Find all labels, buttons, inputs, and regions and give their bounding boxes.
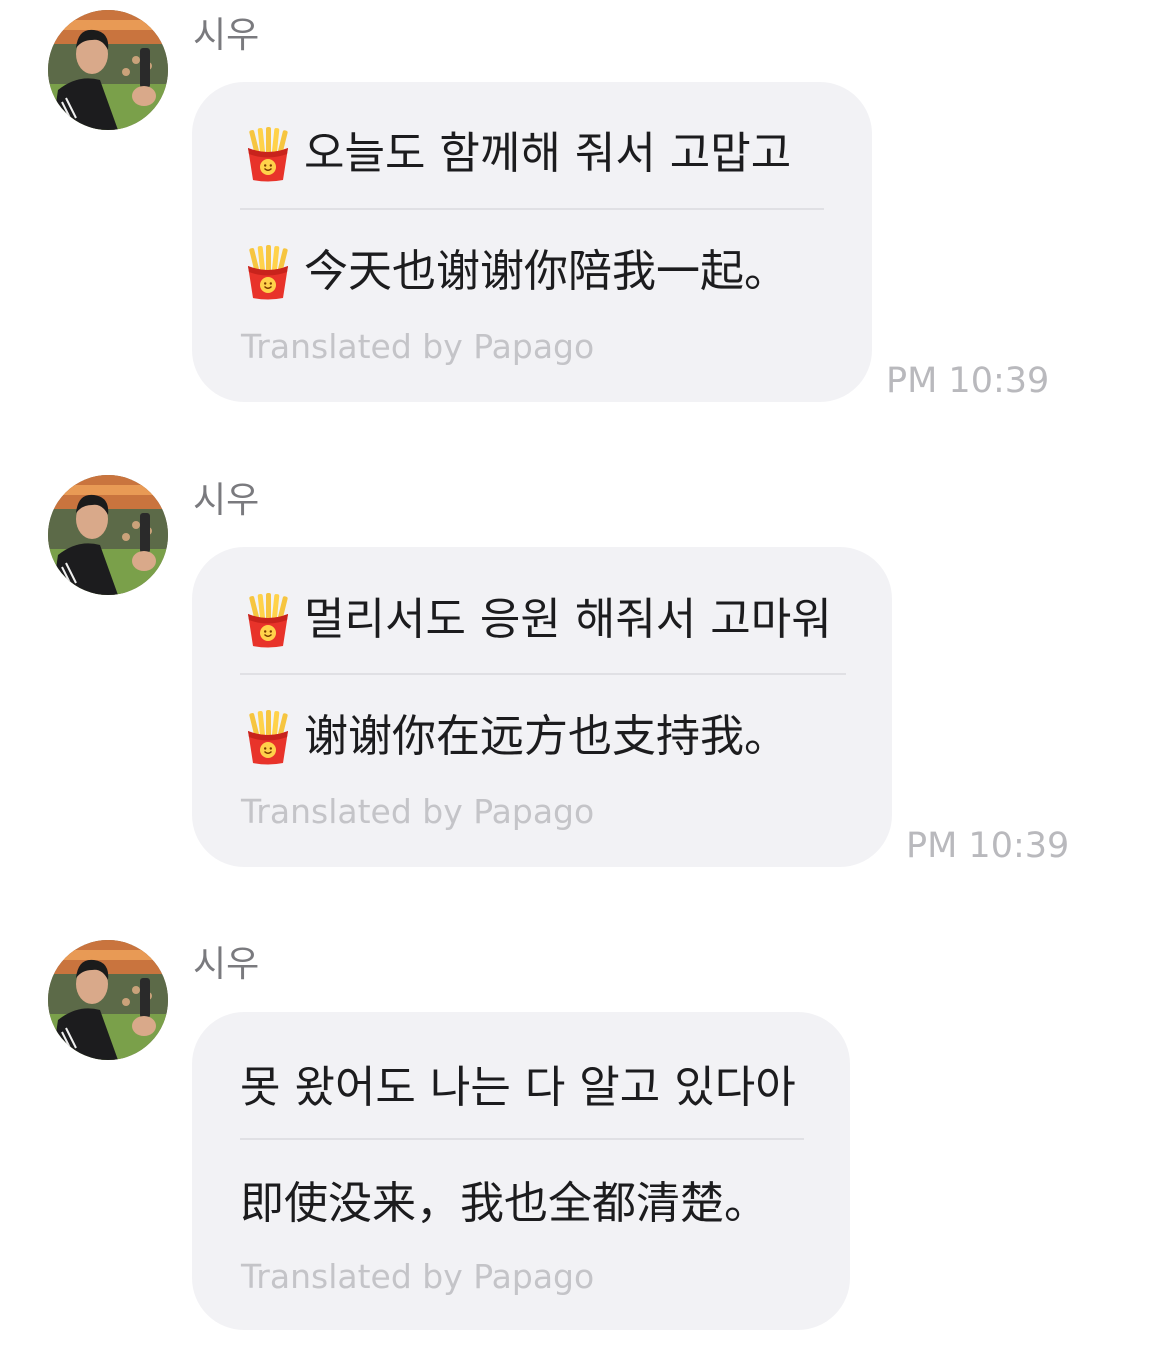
- sender-name: 시우: [193, 15, 260, 56]
- translation-text: 谢谢你在远方也支持我。: [240, 709, 788, 765]
- message-bubble[interactable]: 멀리서도 응원 해줘서 고마워 谢谢你在远方也支持我。 Translated b…: [192, 547, 892, 867]
- translated-by-label: Translated by Papago: [241, 792, 595, 831]
- message-bubble[interactable]: 못 왔어도 나는 다 알고 있다아 即使没来，我也全都清楚。 Translate…: [192, 1012, 850, 1330]
- sender-name: 시우: [193, 944, 260, 985]
- original-text: 오늘도 함께해 줘서 고맙고: [240, 126, 791, 182]
- translation-text: 今天也谢谢你陪我一起。: [240, 244, 788, 300]
- avatar[interactable]: [48, 940, 168, 1060]
- message-bubble[interactable]: 오늘도 함께해 줘서 고맙고 今天也谢谢你陪我一起。 Translated by…: [192, 82, 872, 402]
- divider: [240, 208, 824, 210]
- original-text: 멀리서도 응원 해줘서 고마워: [240, 592, 832, 648]
- translated-by-label: Translated by Papago: [241, 1257, 595, 1296]
- sender-name: 시우: [193, 480, 260, 521]
- message-time: PM 10:39: [906, 826, 1070, 866]
- french-fries-icon: [240, 592, 296, 648]
- avatar[interactable]: [48, 475, 168, 595]
- original-text: 못 왔어도 나는 다 알고 있다아: [240, 1066, 796, 1110]
- french-fries-icon: [240, 126, 296, 182]
- french-fries-icon: [240, 244, 296, 300]
- original-text-content: 오늘도 함께해 줘서 고맙고: [304, 128, 792, 179]
- translation-text-content: 即使没来，我也全都清楚。: [240, 1178, 768, 1229]
- original-text-content: 멀리서도 응원 해줘서 고마워: [304, 594, 832, 645]
- translation-text: 即使没来，我也全都清楚。: [240, 1182, 768, 1226]
- avatar[interactable]: [48, 10, 168, 130]
- translated-by-label: Translated by Papago: [241, 327, 595, 366]
- translation-text-content: 谢谢你在远方也支持我。: [304, 711, 788, 762]
- divider: [240, 673, 846, 675]
- french-fries-icon: [240, 709, 296, 765]
- original-text-content: 못 왔어도 나는 다 알고 있다아: [240, 1062, 796, 1113]
- divider: [240, 1138, 804, 1140]
- translation-text-content: 今天也谢谢你陪我一起。: [304, 246, 788, 297]
- message-time: PM 10:39: [886, 361, 1050, 401]
